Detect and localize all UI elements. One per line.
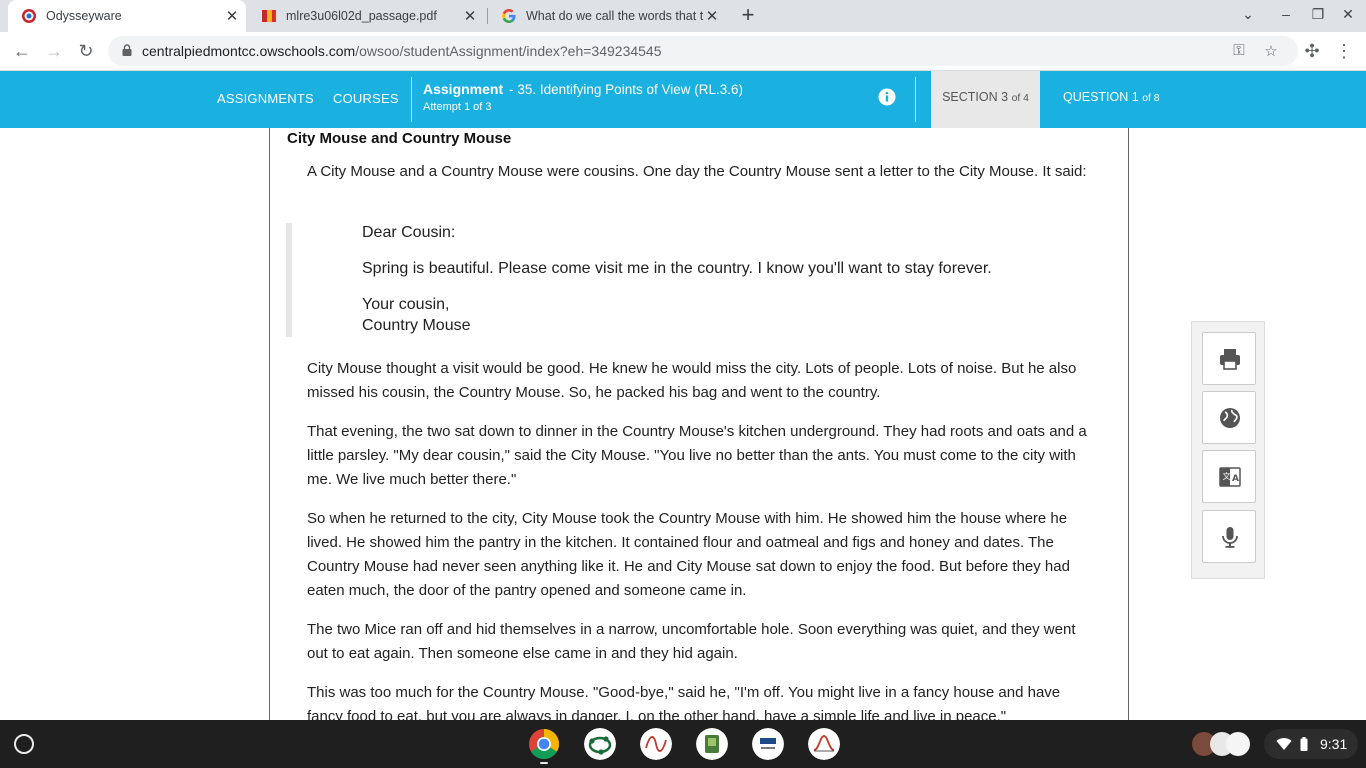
tab-title: Odysseyware	[46, 9, 122, 23]
section-number: SECTION 3	[942, 90, 1009, 104]
question-indicator[interactable]: QUESTION 1 of 8	[1063, 90, 1160, 104]
close-icon[interactable]: ✕	[224, 7, 240, 25]
microphone-icon	[1222, 527, 1238, 548]
passage-paragraph: So when he returned to the city, City Mo…	[307, 510, 1070, 599]
reload-icon[interactable]: ↻	[74, 40, 98, 64]
header-divider	[411, 77, 412, 122]
odysseyware-icon	[22, 9, 36, 23]
letter-greeting: Dear Cousin:	[362, 224, 456, 241]
forward-icon[interactable]: →	[42, 40, 66, 64]
tab-search-icon[interactable]: ⌄	[1238, 6, 1258, 23]
assignment-title: Assignment - 35. Identifying Points of Vi…	[423, 81, 743, 97]
nav-courses[interactable]: COURSES	[333, 91, 399, 106]
question-total: of 8	[1142, 93, 1160, 104]
svg-text:文: 文	[1223, 471, 1231, 481]
section-indicator[interactable]: SECTION 3 of 4	[931, 71, 1040, 128]
nav-assignments[interactable]: ASSIGNMENTS	[217, 91, 314, 106]
extensions-icon[interactable]: ✣	[1300, 40, 1324, 64]
passage-paragraph: That evening, the two sat down to dinner…	[307, 423, 1087, 488]
letter-body: Spring is beautiful. Please come visit m…	[362, 260, 992, 277]
back-icon[interactable]: ←	[10, 40, 34, 64]
lock-icon	[122, 44, 132, 56]
microphone-button[interactable]	[1202, 510, 1256, 563]
pdf-icon	[262, 10, 276, 22]
active-app-indicator	[540, 762, 548, 764]
browser-tab-strip: Odysseyware ✕ mlre3u06l02d_passage.pdf ✕…	[0, 0, 1366, 32]
passage-paragraph: The two Mice ran off and hid themselves …	[307, 621, 1076, 662]
app-header: ASSIGNMENTS COURSES Assignment - 35. Iden…	[0, 71, 1366, 128]
letter-signature: Country Mouse	[362, 317, 471, 334]
key-icon[interactable]: ⚿	[1230, 42, 1248, 60]
print-button[interactable]	[1202, 332, 1256, 385]
minimize-icon[interactable]: –	[1276, 6, 1296, 22]
desmos-icon[interactable]	[640, 728, 672, 760]
passage-panel: City Mouse and Country Mouse A City Mous…	[269, 128, 1129, 720]
globe-icon	[1220, 408, 1240, 428]
wifi-icon	[1276, 738, 1292, 750]
assignment-name: - 35. Identifying Points of View (RL.3.6…	[509, 82, 743, 97]
translate-button[interactable]: 文 A	[1202, 450, 1256, 503]
analytics-icon[interactable]	[808, 728, 840, 760]
geogebra-icon[interactable]	[584, 728, 616, 760]
system-tray[interactable]: 9:31	[1264, 729, 1358, 759]
url-text: centralpiedmontcc.owschools.com/owsoo/st…	[142, 43, 662, 59]
info-icon[interactable]	[878, 88, 896, 106]
assignment-label: Assignment	[423, 81, 504, 97]
launcher-icon[interactable]	[14, 734, 34, 754]
passage-paragraph: A City Mouse and a Country Mouse were co…	[307, 163, 1087, 180]
browser-toolbar: ← → ↻ centralpiedmontcc.owschools.com/ow…	[0, 32, 1366, 71]
tab-odysseyware[interactable]: Odysseyware ✕	[8, 0, 246, 32]
user-avatars-icon[interactable]	[1188, 728, 1256, 760]
evernote-icon[interactable]	[696, 728, 728, 760]
translate-icon: 文 A	[1219, 467, 1241, 487]
letter-quote-bar	[286, 223, 292, 337]
close-icon[interactable]: ✕	[704, 7, 720, 25]
new-tab-button[interactable]: +	[737, 4, 759, 28]
header-divider	[915, 77, 916, 122]
passage-title: City Mouse and Country Mouse	[287, 130, 512, 147]
url-host: centralpiedmontcc.owschools.com	[142, 43, 356, 59]
battery-icon	[1300, 737, 1308, 751]
maximize-icon[interactable]: ❐	[1308, 6, 1328, 23]
print-icon	[1220, 349, 1240, 370]
svg-text:A: A	[1232, 474, 1239, 484]
url-path: /owsoo/studentAssignment/index?eh=349234…	[355, 43, 662, 59]
window-close-icon[interactable]: ✕	[1338, 6, 1358, 23]
tab-pdf[interactable]: mlre3u06l02d_passage.pdf ✕	[248, 0, 484, 32]
menu-icon[interactable]: ⋮	[1332, 40, 1356, 64]
tab-google-search[interactable]: What do we call the words that t ✕	[488, 0, 726, 32]
tab-title: What do we call the words that t	[526, 9, 704, 23]
close-icon[interactable]: ✕	[462, 7, 478, 25]
attempt-counter: Attempt 1 of 3	[423, 101, 492, 113]
clock: 9:31	[1320, 736, 1348, 752]
os-taskbar: 9:31	[0, 720, 1366, 768]
passage-paragraph: City Mouse thought a visit would be good…	[307, 360, 1077, 401]
globe-button[interactable]	[1202, 391, 1256, 444]
question-number: QUESTION 1	[1063, 90, 1139, 104]
tab-title: mlre3u06l02d_passage.pdf	[286, 9, 437, 23]
chrome-icon[interactable]	[528, 728, 560, 760]
passage-paragraph: This was too much for the Country Mouse.…	[307, 684, 1061, 720]
bookmark-star-icon[interactable]: ☆	[1262, 42, 1280, 60]
google-icon	[502, 9, 516, 23]
letter-closing: Your cousin,	[362, 296, 450, 313]
address-bar[interactable]: centralpiedmontcc.owschools.com/owsoo/st…	[108, 36, 1298, 66]
tool-panel: 文 A	[1191, 321, 1265, 579]
pearson-techbar-icon[interactable]	[752, 728, 784, 760]
section-total: of 4	[1011, 93, 1029, 104]
